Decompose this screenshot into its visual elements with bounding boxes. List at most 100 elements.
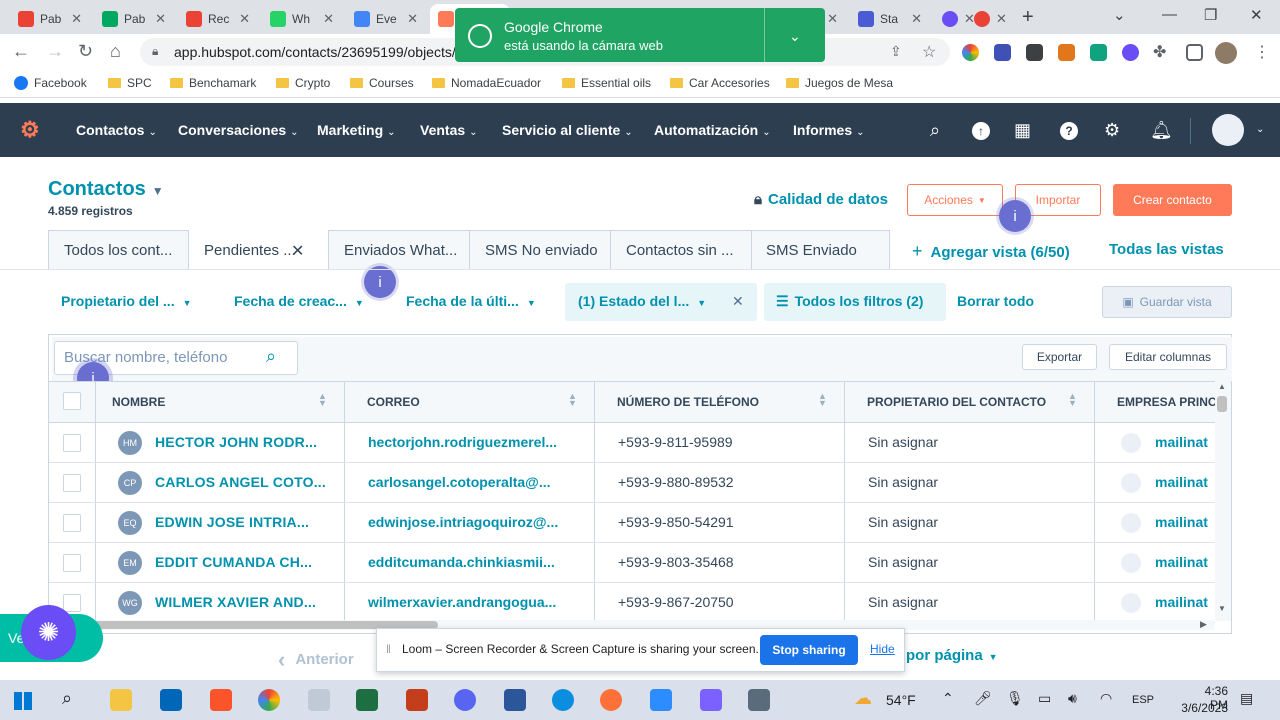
edit-columns-button[interactable]: Editar columnas [1109, 344, 1227, 370]
calendar-extension-icon[interactable] [994, 44, 1011, 61]
close-tab-icon[interactable]: ✕ [911, 11, 922, 27]
nav-item[interactable]: Conversaciones ⌄ [178, 122, 299, 138]
hide-link[interactable]: Hide [870, 642, 895, 656]
firefox-icon[interactable] [600, 689, 622, 711]
nav-item[interactable]: Contactos ⌄ [76, 122, 157, 138]
close-window-button[interactable]: ✕ [1250, 6, 1263, 24]
sort-icon[interactable]: ▲ ▼ [1068, 392, 1077, 408]
forward-button[interactable]: → [46, 41, 64, 62]
clock-date[interactable]: 3/6/2023 [1178, 701, 1228, 715]
clear-all-link[interactable]: Borrar todo [957, 293, 1034, 309]
company-link[interactable]: mailinat [1155, 514, 1213, 530]
chat-widget-icon[interactable]: ✺ [21, 605, 76, 660]
tab-search-icon[interactable]: ⌄ [1113, 6, 1126, 24]
bookmark-item[interactable]: NomadaEcuador [432, 76, 541, 90]
previous-page-button[interactable]: ‹ Anterior [278, 647, 354, 673]
sort-icon[interactable]: ▲ ▼ [818, 392, 827, 408]
extension-icon[interactable] [1122, 44, 1139, 61]
side-panel-icon[interactable] [1186, 44, 1203, 61]
word-icon[interactable] [504, 689, 526, 711]
marketplace-icon[interactable]: ▦ [1014, 120, 1031, 141]
help-icon[interactable]: ? [1060, 122, 1078, 140]
close-tab-icon[interactable]: ✕ [155, 11, 166, 27]
nav-item[interactable]: Informes ⌄ [793, 122, 865, 138]
reload-button[interactable]: ↻ [78, 41, 93, 62]
chevron-down-icon[interactable]: ⌄ [789, 28, 801, 45]
save-view-button[interactable]: ▣ Guardar vista [1102, 286, 1232, 318]
close-tab-icon[interactable]: ✕ [407, 11, 418, 27]
brave-icon[interactable] [210, 689, 232, 711]
edge-icon[interactable] [552, 689, 574, 711]
close-tab-icon[interactable]: ✕ [827, 11, 838, 27]
sort-icon[interactable]: ▲ ▼ [318, 392, 327, 408]
row-checkbox[interactable] [63, 474, 81, 492]
nav-item[interactable]: Servicio al cliente ⌄ [502, 122, 633, 138]
actions-button[interactable]: Acciones ▼ [907, 184, 1003, 216]
last-activity-filter[interactable]: Fecha de la últi... ▼ [406, 293, 536, 309]
powerpoint-icon[interactable] [406, 689, 428, 711]
battery-icon[interactable]: ▭ [1038, 690, 1051, 707]
zoom-icon[interactable] [650, 689, 672, 711]
metamask-icon[interactable] [1058, 44, 1075, 61]
column-header-name[interactable]: NOMBRE [112, 395, 165, 409]
user-avatar[interactable] [1212, 114, 1244, 146]
windows-start-icon[interactable] [14, 692, 32, 710]
new-tab-button[interactable]: + [1022, 6, 1034, 29]
browser-tab[interactable]: Pab ✕ [94, 4, 174, 34]
nav-item[interactable]: Ventas ⌄ [420, 122, 478, 138]
row-checkbox[interactable] [63, 434, 81, 452]
app-icon[interactable] [700, 689, 722, 711]
view-tab[interactable]: SMS Enviado [751, 230, 890, 270]
discord-icon[interactable] [454, 689, 476, 711]
company-link[interactable]: mailinat [1155, 474, 1213, 490]
chrome-menu-icon[interactable]: ⋮ [1254, 42, 1270, 62]
chrome-icon[interactable] [258, 689, 280, 711]
contact-email-link[interactable]: edwinjose.intriagoquiroz@... [368, 514, 558, 530]
sort-icon[interactable]: ▲ ▼ [568, 392, 577, 408]
extension-icon[interactable] [1026, 44, 1043, 61]
bookmark-item[interactable]: Crypto [276, 76, 330, 90]
bookmark-item[interactable]: Courses [350, 76, 414, 90]
vertical-scrollbar[interactable] [1215, 381, 1231, 621]
select-all-checkbox[interactable] [63, 392, 81, 410]
microphone-icon[interactable]: 🎙︎ [1006, 690, 1024, 707]
view-tab[interactable]: Contactos sin ... [611, 230, 752, 270]
row-checkbox[interactable] [63, 514, 81, 532]
contact-name-link[interactable]: EDWIN JOSE INTRIA... [155, 514, 309, 530]
puzzle-extensions-icon[interactable]: ✤ [1153, 42, 1166, 62]
remove-filter-icon[interactable]: ✕ [732, 293, 744, 310]
file-explorer-icon[interactable] [110, 689, 132, 711]
close-tab-icon[interactable]: ✕ [71, 11, 82, 27]
bookmark-item[interactable]: Essential oils [562, 76, 651, 90]
row-checkbox[interactable] [63, 554, 81, 572]
microphone-icon[interactable]: 🎤︎ [974, 690, 992, 707]
nav-item[interactable]: Marketing ⌄ [317, 122, 396, 138]
close-tab-icon[interactable]: ✕ [291, 241, 304, 261]
nav-item[interactable]: Automatización ⌄ [654, 122, 771, 138]
add-view-button[interactable]: + Agregar vista (6/50) [912, 241, 1070, 262]
close-tab-icon[interactable]: ✕ [239, 11, 250, 27]
browser-tab[interactable]: Pab ✕ [10, 4, 90, 34]
column-header-phone[interactable]: NÚMERO DE TELÉFONO [617, 395, 759, 409]
company-link[interactable]: mailinat [1155, 434, 1213, 450]
browser-tab[interactable]: Rec ✕ [178, 4, 258, 34]
search-icon[interactable]: ⌕ [62, 688, 72, 709]
back-button[interactable]: ← [12, 41, 30, 62]
app-icon[interactable] [308, 689, 330, 711]
create-contact-button[interactable]: Crear contacto [1113, 184, 1232, 216]
maximize-button[interactable]: ❐ [1204, 6, 1217, 24]
contact-email-link[interactable]: wilmerxavier.andrangogua... [368, 594, 556, 610]
contact-name-link[interactable]: EDDIT CUMANDA CH... [155, 554, 312, 570]
contact-email-link[interactable]: hectorjohn.rodriguezmerel... [368, 434, 557, 450]
bookmark-item[interactable]: SPC [108, 76, 152, 90]
contact-name-link[interactable]: WILMER XAVIER AND... [155, 594, 316, 610]
wifi-icon[interactable]: ◠ [1100, 690, 1112, 707]
drag-handle-icon[interactable]: ‖ [386, 642, 391, 656]
close-tab-icon[interactable]: ✕ [323, 11, 334, 27]
notification-center-icon[interactable]: ▤ [1240, 690, 1253, 707]
all-views-link[interactable]: Todas las vistas [1109, 241, 1224, 258]
info-bubble[interactable]: i [999, 200, 1031, 232]
browser-tab[interactable]: ✕ [966, 4, 1006, 34]
company-link[interactable]: mailinat [1155, 594, 1213, 610]
owner-filter[interactable]: Propietario del ... ▼ [61, 293, 192, 309]
